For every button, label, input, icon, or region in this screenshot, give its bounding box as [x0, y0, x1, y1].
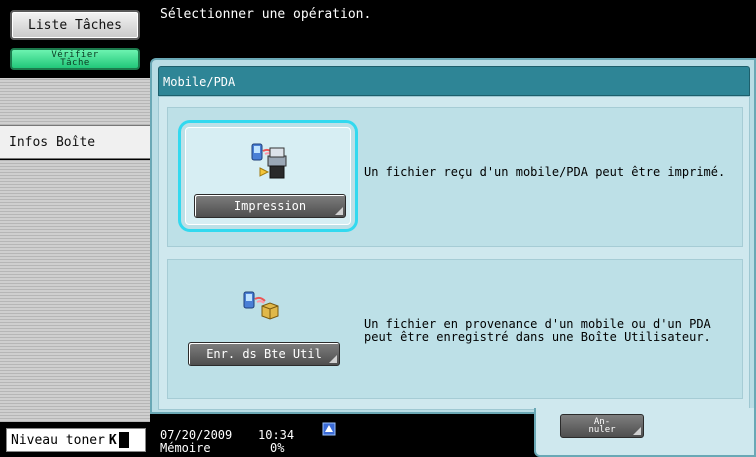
save-option-tile[interactable]: Enr. ds Bte Util: [178, 272, 358, 384]
sidebar-hatch-top: [0, 78, 150, 125]
toner-marker: K: [108, 432, 117, 448]
sidebar-hatch-bottom: [0, 160, 150, 422]
panel-title-bar: Mobile/PDA: [158, 66, 750, 96]
save-to-user-box-button[interactable]: Enr. ds Bte Util: [188, 342, 340, 366]
print-button[interactable]: Impression: [194, 194, 346, 218]
mobile-to-printer-icon: [248, 142, 290, 185]
instruction-message: Sélectionner une opération.: [160, 7, 372, 22]
print-option-selection-frame: Impression: [178, 120, 358, 232]
verify-job-label-line2: Tâche: [60, 58, 90, 68]
network-icon: [322, 422, 336, 439]
memory-value: 0%: [270, 441, 285, 455]
cancel-button[interactable]: An- nuler: [560, 414, 644, 438]
panel-body: Impression Un fichier reçu d'un mobile/P…: [158, 96, 750, 410]
verify-job-button[interactable]: Vérifier Tâche: [10, 48, 140, 70]
print-description-line1: Un fichier reçu d'un mobile/PDA peut êtr…: [364, 165, 726, 179]
save-description-line2: peut être enregistré dans une Boîte Util…: [364, 330, 711, 344]
mobile-pda-panel: Mobile/PDA Impression Un fichier reçu d'…: [150, 58, 756, 414]
mobile-to-box-icon: [240, 290, 280, 329]
toner-level-indicator: Niveau toner K: [6, 428, 146, 452]
cancel-label-line2: nuler: [588, 425, 616, 435]
footer-date: 07/20/2009: [160, 428, 233, 442]
save-button-label: Enr. ds Bte Util: [206, 347, 322, 361]
save-option-row: Enr. ds Bte Util Un fichier en provenanc…: [167, 259, 743, 399]
save-option-description: Un fichier en provenance d'un mobile ou …: [364, 318, 711, 344]
footer-time: 10:34: [258, 428, 295, 442]
job-list-label: Liste Tâches: [28, 17, 122, 33]
left-sidebar: Liste Tâches Vérifier Tâche Infos Boîte …: [0, 0, 150, 457]
panel-title: Mobile/PDA: [163, 75, 236, 89]
box-info-label: Infos Boîte: [9, 135, 96, 150]
box-info-tab[interactable]: Infos Boîte: [0, 125, 150, 159]
status-footer: 07/20/2009 10:34 Mémoire 0% An- nuler: [150, 408, 756, 457]
toner-level-label: Niveau toner: [11, 432, 105, 448]
footer-action-tab: An- nuler: [534, 408, 756, 457]
print-option-tile[interactable]: Impression: [185, 127, 351, 225]
message-header: Sélectionner une opération.: [150, 0, 756, 58]
job-list-button[interactable]: Liste Tâches: [10, 10, 140, 40]
print-option-row: Impression Un fichier reçu d'un mobile/P…: [167, 107, 743, 247]
print-button-label: Impression: [233, 199, 307, 213]
toner-bar: [118, 432, 129, 448]
print-option-description: Un fichier reçu d'un mobile/PDA peut êtr…: [364, 166, 725, 179]
memory-label: Mémoire: [160, 441, 211, 455]
